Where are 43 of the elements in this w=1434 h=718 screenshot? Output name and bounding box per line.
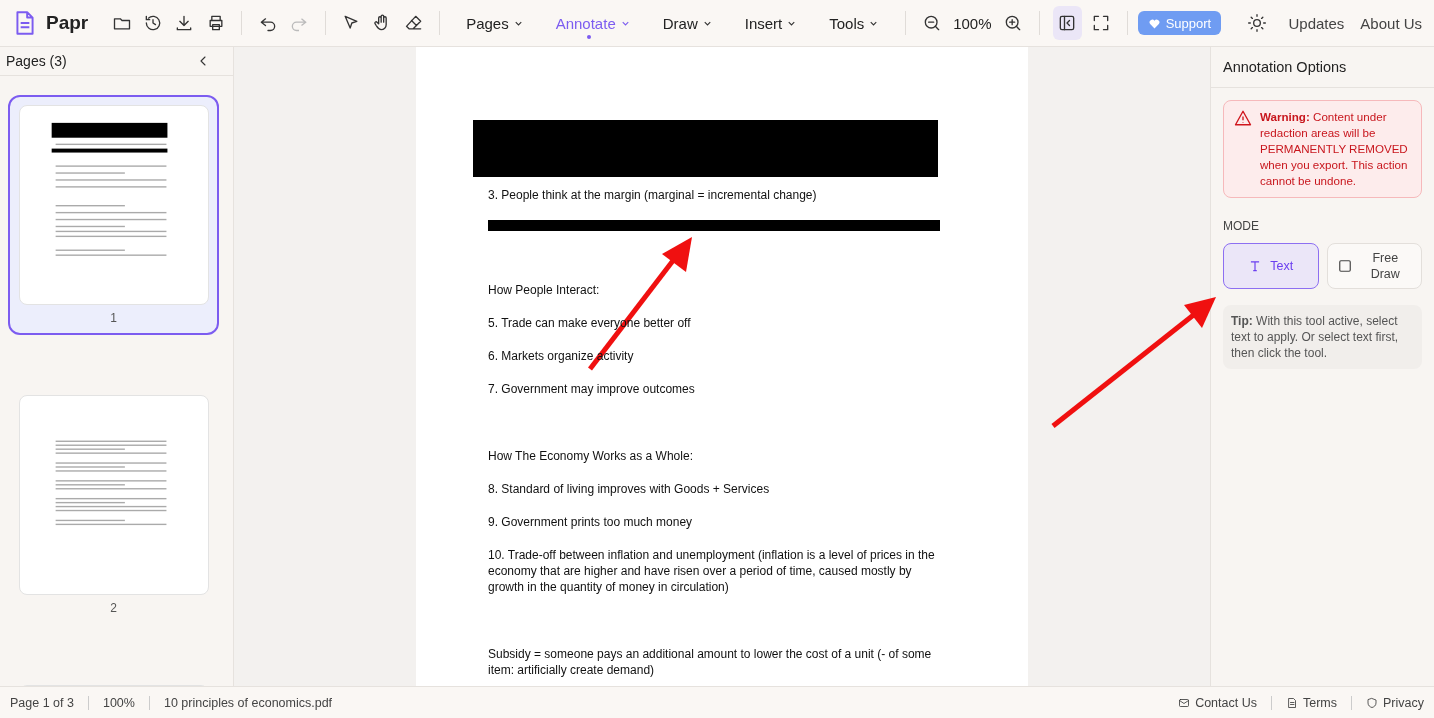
menu-tab[interactable]: Pages <box>450 5 540 41</box>
mode-button[interactable]: Text <box>1223 243 1319 289</box>
document-text: How People Interact: <box>488 282 601 298</box>
zoom-level: 100% <box>952 14 993 32</box>
page-number: 2 <box>110 601 117 615</box>
document-icon <box>1286 696 1298 709</box>
document-text: 9. Government prints too much money <box>488 514 694 530</box>
warning-icon <box>1234 109 1252 127</box>
panel-title: Annotation Options <box>1211 47 1434 88</box>
theme-icon <box>1246 13 1267 33</box>
page-thumbnail[interactable] <box>18 395 209 595</box>
zoom-level: 100% <box>102 695 135 710</box>
document-text: 8. Standard of living improves with Goods + Services <box>488 481 771 497</box>
menu-tab[interactable]: Tools <box>813 5 896 41</box>
shield-icon <box>1366 696 1378 709</box>
warning-text: Warning: Content under redaction areas will be PERMANENTLY REMOVED when you export. This action cannot be undone. <box>1260 109 1409 189</box>
document-text: 7. Government may improve outcomes <box>488 381 696 397</box>
footer-link[interactable]: Contact Us <box>1178 695 1257 710</box>
menu-tab[interactable]: Insert <box>728 5 814 41</box>
tip-text: Tip: With this tool active, select text to apply. Or select text first, then click the tool. <box>1223 305 1422 369</box>
mail-icon <box>1178 696 1191 709</box>
document-text: 3. People think at the margin (marginal = incremental change) <box>488 187 818 203</box>
menu-tab[interactable]: Annotate <box>539 5 647 41</box>
document-text: How The Economy Works as a Whole: <box>488 448 694 464</box>
app-name: Papr <box>46 12 89 34</box>
nav-link[interactable]: About Us <box>1360 14 1423 32</box>
sidebar-toggle-button[interactable] <box>1053 6 1082 40</box>
page-card[interactable]: 1 <box>8 95 219 335</box>
document-text: 10. Trade-off between inflation and unemployment (inflation is a level of prices in the economy that are higher and have risen over a period of time, caused mostly by growth in the quantity of money in circulation) <box>488 547 936 595</box>
page-number: 1 <box>110 311 117 325</box>
page-indicator: Page 1 of 3 <box>10 695 74 710</box>
document-text: Subsidy = someone pays an additional amount to lower the cost of a unit (- of some item: artificially create demand) <box>488 646 933 678</box>
menu-tab[interactable]: Draw <box>646 5 729 41</box>
footer-link[interactable]: Terms <box>1286 695 1337 710</box>
sidebar-title: Pages (3) <box>6 53 67 69</box>
footer-link[interactable]: Privacy <box>1366 695 1424 710</box>
nav-link[interactable]: Updates <box>1288 14 1345 32</box>
section-label: MODE <box>1223 219 1260 233</box>
mode-button[interactable]: Free Draw <box>1326 243 1422 289</box>
page-thumbnail[interactable] <box>18 105 209 305</box>
page-card[interactable]: 2 <box>8 385 219 625</box>
file-name: 10 principles of economics.pdf <box>163 695 333 710</box>
square-icon <box>1338 259 1353 273</box>
